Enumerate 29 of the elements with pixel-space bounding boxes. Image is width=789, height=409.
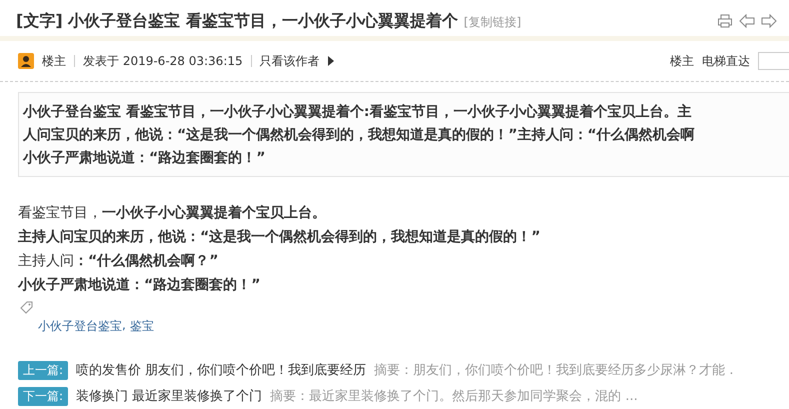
story-line: 小伙子严肃地说道：“路边套圈套的！” [18, 276, 262, 295]
next-icon[interactable] [761, 14, 777, 28]
summary-line: 人问宝贝的来历，他说：“这是我一个偶然机会得到的，我想知道是真的假的！”主持人问：“什么偶然机会啊 [23, 126, 696, 145]
nav-label: 上一篇: [18, 360, 68, 380]
tag-link[interactable]: 鉴宝 [130, 318, 154, 335]
nav-post-link[interactable]: 装修换门 最近家里装修换了个门 [76, 387, 262, 405]
floor-label: 楼主 [670, 52, 694, 70]
post-date: 发表于 2019-6-28 03:36:15 [83, 52, 243, 70]
tag-separator: , [122, 318, 126, 334]
summary-line: 小伙子登台鉴宝 看鉴宝节目，一小伙子小心翼翼提着个:看鉴宝节目，一小伙子小心翼翼提着个宝贝上台。主 [23, 102, 692, 122]
avatar-icon[interactable] [18, 53, 34, 69]
tag-icon [20, 301, 33, 314]
only-author-link[interactable]: 只看该作者 [260, 52, 320, 70]
story-line: 主持人问宝贝的来历，他说：“这是我一个偶然机会得到的，我想知道是真的假的！” [18, 228, 542, 247]
story-line: 看鉴宝节目，一小伙子小心翼翼提着个宝贝上台。 [18, 204, 327, 223]
nav-summary: 摘要：最近家里装修换了个门。然后那天参加同学聚会，混的 ... [270, 388, 638, 405]
play-icon [328, 56, 334, 66]
print-icon[interactable] [717, 14, 733, 28]
jump-field[interactable] [758, 52, 789, 70]
author-label: 楼主 [42, 52, 66, 70]
post-title: [文字] 小伙子登台鉴宝 看鉴宝节目，一小伙子小心翼翼提着个 [16, 10, 458, 32]
nav-summary: 摘要：朋友们，你们喷个价吧！我到底要经历多少尿淋？才能 . [374, 362, 734, 379]
previous-icon[interactable] [739, 14, 755, 28]
jump-label: 电梯直达 [702, 52, 750, 70]
nav-post-link[interactable]: 喷的发售价 朋友们，你们喷个价吧！我到底要经历 [76, 361, 366, 379]
summary-line: 小伙子严肃地说道：“路边套圈套的！” [23, 149, 266, 168]
story-line: 主持人问：“什么偶然机会啊？” [18, 252, 220, 271]
tag-link[interactable]: 小伙子登台鉴宝 [38, 318, 122, 335]
nav-label: 下一篇: [18, 386, 68, 406]
